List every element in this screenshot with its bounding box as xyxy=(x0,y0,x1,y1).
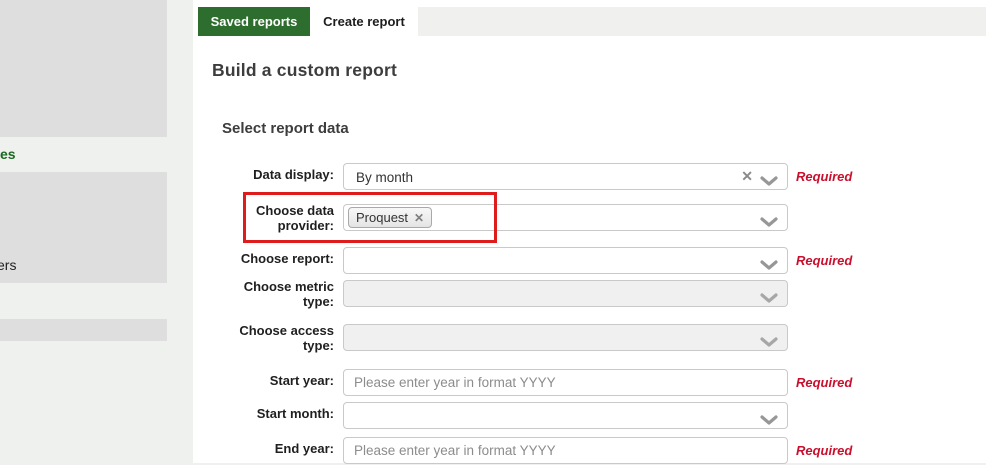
chevron-down-icon[interactable] xyxy=(760,214,778,224)
chevron-down-icon[interactable] xyxy=(760,173,778,183)
end-year-label: End year: xyxy=(230,441,334,456)
chevron-down-icon xyxy=(760,290,778,300)
start-month-label: Start month: xyxy=(230,406,334,421)
data-provider-label: Choose data provider: xyxy=(230,203,334,233)
chevron-down-icon xyxy=(760,334,778,344)
required-badge: Required xyxy=(796,443,852,458)
data-display-select[interactable]: By month ✕ xyxy=(343,163,788,190)
chip-label: Proquest xyxy=(356,210,408,225)
data-display-value: By month xyxy=(356,170,413,185)
chevron-down-icon[interactable] xyxy=(760,257,778,267)
field-row-data-provider: Choose data provider: Proquest ✕ xyxy=(0,204,986,232)
tab-saved-reports[interactable]: Saved reports xyxy=(198,7,310,36)
field-row-access-type: Choose access type: xyxy=(0,324,986,352)
page-title: Build a custom report xyxy=(212,60,397,81)
field-row-choose-report: Choose report: Required xyxy=(0,247,986,275)
required-badge: Required xyxy=(796,253,852,268)
field-row-metric-type: Choose metric type: xyxy=(0,280,986,308)
field-row-start-month: Start month: xyxy=(0,402,986,430)
tab-create-report[interactable]: Create report xyxy=(310,7,418,36)
sidebar-panel-top xyxy=(0,0,167,137)
chip-remove-icon[interactable]: ✕ xyxy=(414,211,424,225)
clear-icon[interactable]: ✕ xyxy=(741,168,753,185)
metric-type-label: Choose metric type: xyxy=(230,279,334,309)
access-type-select[interactable] xyxy=(343,324,788,351)
data-display-label: Data display: xyxy=(230,167,334,182)
field-row-start-year: Start year: Required xyxy=(0,369,986,397)
choose-report-label: Choose report: xyxy=(230,251,334,266)
selected-provider-chip: Proquest ✕ xyxy=(348,207,432,228)
required-badge: Required xyxy=(796,169,852,184)
start-year-label: Start year: xyxy=(230,373,334,388)
start-month-select[interactable] xyxy=(343,402,788,429)
chevron-down-icon[interactable] xyxy=(760,412,778,422)
start-year-input[interactable] xyxy=(343,369,788,396)
access-type-label: Choose access type: xyxy=(230,323,334,353)
field-row-end-year: End year: Required xyxy=(0,437,986,465)
choose-report-select[interactable] xyxy=(343,247,788,274)
data-provider-multiselect[interactable]: Proquest ✕ xyxy=(343,204,788,231)
required-badge: Required xyxy=(796,375,852,390)
sidebar-link-fragment[interactable]: es xyxy=(0,146,16,162)
field-row-data-display: Data display: By month ✕ Required xyxy=(0,163,986,191)
metric-type-select[interactable] xyxy=(343,280,788,307)
section-title: Select report data xyxy=(222,120,349,137)
end-year-input[interactable] xyxy=(343,437,788,464)
